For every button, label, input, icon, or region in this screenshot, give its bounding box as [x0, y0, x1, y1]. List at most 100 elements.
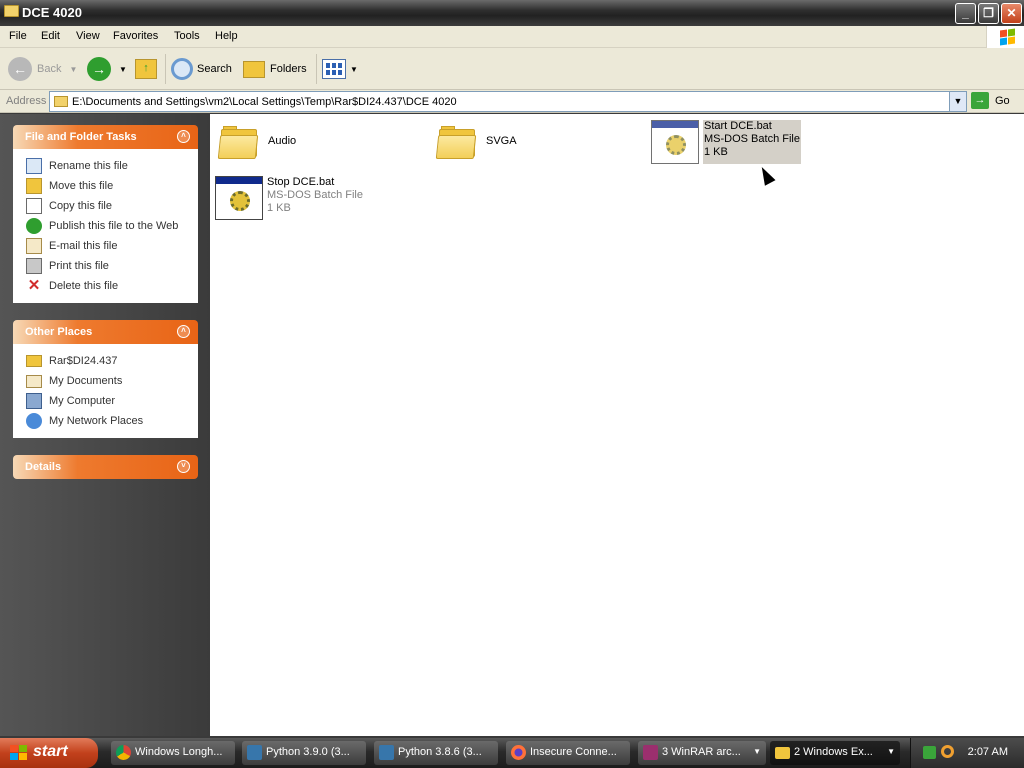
taskbar-item-python-39[interactable]: Python 3.9.0 (3... — [242, 741, 366, 765]
address-path: E:\Documents and Settings\vm2\Local Sett… — [72, 96, 457, 108]
firefox-icon — [511, 745, 526, 760]
address-input[interactable]: E:\Documents and Settings\vm2\Local Sett… — [49, 91, 967, 112]
file-item-audio[interactable]: Audio — [217, 123, 296, 159]
menu-tools[interactable]: Tools — [174, 30, 200, 42]
taskbar-item-firefox[interactable]: Insecure Conne... — [506, 741, 630, 765]
collapse-chevron-icon[interactable]: ˄ — [177, 130, 190, 143]
move-icon — [26, 178, 42, 194]
collapse-chevron-icon[interactable]: ˄ — [177, 325, 190, 338]
file-type: MS-DOS Batch File — [704, 133, 800, 145]
batch-file-icon — [651, 120, 699, 164]
back-label: Back — [37, 63, 62, 75]
address-dropdown-button[interactable]: ▼ — [949, 92, 966, 111]
forward-arrow-icon: → — [87, 57, 111, 81]
taskbar-item-chrome[interactable]: Windows Longh... — [111, 741, 235, 765]
task-label: Copy this file — [49, 200, 112, 212]
folders-button[interactable]: Folders — [243, 54, 307, 84]
start-button[interactable]: start — [0, 738, 98, 768]
my-documents-icon — [26, 374, 42, 388]
place-label: Rar$DI24.437 — [49, 355, 118, 367]
place-my-network[interactable]: My Network Places — [26, 411, 197, 431]
chevron-down-icon: ▼ — [753, 747, 761, 756]
folder-icon — [26, 355, 42, 367]
taskbar: start Windows Longh... Python 3.9.0 (3..… — [0, 738, 1024, 768]
up-folder-button[interactable]: ↑ — [135, 54, 157, 84]
printer-icon — [26, 258, 42, 274]
task-label: E-mail this file — [49, 240, 118, 252]
menu-edit[interactable]: Edit — [41, 30, 60, 42]
address-label: Address — [6, 95, 47, 107]
network-places-icon — [26, 413, 42, 429]
system-tray: 2:07 AM — [910, 738, 1024, 768]
chevron-down-icon: ▼ — [887, 747, 895, 756]
chevron-down-icon[interactable]: ▼ — [350, 65, 358, 74]
menu-file[interactable]: File — [9, 30, 27, 42]
menu-favorites[interactable]: Favorites — [113, 30, 158, 42]
toolbar: ← Back ▼ → ▼ ↑ Search Folders ▼ — [0, 48, 1024, 90]
task-label: 3 WinRAR arc... — [662, 746, 741, 758]
taskbar-group-explorer[interactable]: 2 Windows Ex... ▼ — [770, 741, 900, 765]
task-delete[interactable]: ✕ Delete this file — [26, 276, 197, 296]
folder-icon — [4, 5, 19, 17]
expand-chevron-icon[interactable]: ˅ — [177, 460, 190, 473]
taskbar-item-python-38[interactable]: Python 3.8.6 (3... — [374, 741, 498, 765]
panel-header[interactable]: Details ˅ — [13, 455, 198, 479]
forward-button[interactable]: → ▼ — [87, 54, 127, 84]
views-button[interactable]: ▼ — [322, 54, 358, 84]
file-size: 1 KB — [267, 202, 291, 214]
minimize-button[interactable]: _ — [955, 3, 976, 24]
file-size: 1 KB — [704, 146, 728, 158]
task-label: Python 3.9.0 (3... — [266, 746, 350, 758]
task-email[interactable]: E-mail this file — [26, 236, 197, 256]
file-item-stop-dce[interactable]: Stop DCE.bat MS-DOS Batch File 1 KB — [215, 176, 363, 220]
task-move[interactable]: Move this file — [26, 176, 197, 196]
task-label: Windows Longh... — [135, 746, 223, 758]
file-item-svga[interactable]: SVGA — [435, 123, 517, 159]
task-rename[interactable]: Rename this file — [26, 156, 197, 176]
task-pane: File and Folder Tasks ˄ Rename this file… — [0, 114, 210, 736]
place-rar-folder[interactable]: Rar$DI24.437 — [26, 351, 197, 371]
maximize-button[interactable]: ❐ — [978, 3, 999, 24]
search-tray-icon[interactable] — [941, 745, 954, 758]
back-button[interactable]: ← Back ▼ — [8, 54, 77, 84]
search-label: Search — [197, 63, 232, 75]
panel-header[interactable]: Other Places ˄ — [13, 320, 198, 344]
folders-label: Folders — [270, 63, 307, 75]
place-my-documents[interactable]: My Documents — [26, 371, 197, 391]
views-icon — [322, 59, 346, 79]
details-panel: Details ˅ — [13, 455, 198, 479]
title-bar: DCE 4020 _ ❐ ✕ — [0, 0, 1024, 26]
menu-view[interactable]: View — [76, 30, 100, 42]
folders-icon — [243, 60, 265, 78]
task-publish[interactable]: Publish this file to the Web — [26, 216, 197, 236]
menu-help[interactable]: Help — [215, 30, 238, 42]
file-name: Start DCE.bat — [704, 120, 772, 132]
panel-header[interactable]: File and Folder Tasks ˄ — [13, 125, 198, 149]
start-label: start — [33, 743, 68, 760]
task-label: Insecure Conne... — [530, 746, 617, 758]
file-name: Stop DCE.bat — [267, 176, 335, 188]
rename-icon — [26, 158, 42, 174]
chevron-down-icon[interactable]: ▼ — [119, 65, 127, 74]
file-folder-tasks-panel: File and Folder Tasks ˄ Rename this file… — [13, 125, 198, 303]
place-my-computer[interactable]: My Computer — [26, 391, 197, 411]
clock: 2:07 AM — [967, 746, 1008, 758]
search-button[interactable]: Search — [171, 54, 232, 84]
network-tray-icon[interactable] — [923, 746, 936, 759]
task-copy[interactable]: Copy this file — [26, 196, 197, 216]
email-icon — [26, 238, 42, 254]
task-label: Rename this file — [49, 160, 128, 172]
my-computer-icon — [26, 393, 42, 409]
go-button[interactable]: → Go — [971, 92, 1010, 109]
file-item-start-dce[interactable]: Start DCE.bat MS-DOS Batch File 1 KB — [651, 120, 801, 164]
task-print[interactable]: Print this file — [26, 256, 197, 276]
windows-flag-icon — [10, 745, 27, 761]
close-button[interactable]: ✕ — [1001, 3, 1022, 24]
file-type: MS-DOS Batch File — [267, 189, 363, 201]
chevron-down-icon[interactable]: ▼ — [69, 65, 77, 74]
place-label: My Documents — [49, 375, 123, 387]
go-label: Go — [995, 94, 1010, 107]
python-icon — [379, 745, 394, 760]
task-label: Publish this file to the Web — [49, 220, 179, 232]
taskbar-group-winrar[interactable]: 3 WinRAR arc... ▼ — [638, 741, 766, 765]
